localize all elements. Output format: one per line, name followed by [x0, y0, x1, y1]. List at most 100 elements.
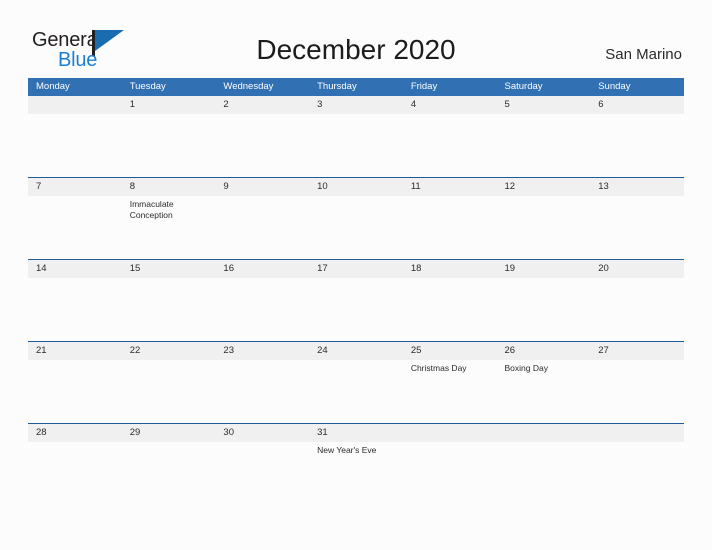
page-header: General Blue December 2020 San Marino	[0, 0, 712, 78]
day-cell[interactable]	[403, 442, 497, 505]
day-number[interactable]	[28, 96, 122, 114]
day-number[interactable]: 1	[122, 96, 216, 114]
week-event-band: New Year's Eve	[28, 442, 684, 505]
day-number[interactable]: 10	[309, 178, 403, 196]
week-event-band: Immaculate Conception	[28, 196, 684, 259]
holiday-label: New Year's Eve	[317, 445, 377, 455]
day-cell[interactable]	[309, 360, 403, 423]
day-cell[interactable]	[122, 278, 216, 341]
day-number[interactable]	[497, 424, 591, 442]
day-number[interactable]: 28	[28, 424, 122, 442]
day-cell[interactable]	[497, 196, 591, 259]
day-cell[interactable]	[590, 196, 684, 259]
day-cell[interactable]	[215, 360, 309, 423]
day-number[interactable]: 19	[497, 260, 591, 278]
day-cell[interactable]	[590, 114, 684, 177]
day-number[interactable]	[403, 424, 497, 442]
day-number[interactable]: 21	[28, 342, 122, 360]
day-number[interactable]: 29	[122, 424, 216, 442]
day-cell[interactable]	[28, 278, 122, 341]
day-cell[interactable]	[403, 196, 497, 259]
day-cell[interactable]	[309, 114, 403, 177]
day-number[interactable]: 18	[403, 260, 497, 278]
day-number[interactable]: 20	[590, 260, 684, 278]
calendar-week-row: 7 8 9 10 11 12 13 Immaculate Conception	[28, 177, 684, 259]
holiday-label: Christmas Day	[410, 363, 467, 373]
calendar-week-row: 21 22 23 24 25 26 27 Christmas Day Boxing Day	[28, 341, 684, 423]
day-cell[interactable]	[497, 278, 591, 341]
day-cell[interactable]	[215, 196, 309, 259]
day-number[interactable]	[590, 424, 684, 442]
day-cell[interactable]	[497, 114, 591, 177]
day-cell[interactable]	[28, 360, 122, 423]
day-cell[interactable]	[590, 278, 684, 341]
day-number[interactable]: 6	[590, 96, 684, 114]
day-number[interactable]: 2	[215, 96, 309, 114]
day-cell[interactable]	[28, 196, 122, 259]
day-number[interactable]: 12	[497, 178, 591, 196]
day-number[interactable]: 5	[497, 96, 591, 114]
day-cell[interactable]	[28, 442, 122, 505]
day-cell[interactable]	[309, 196, 403, 259]
day-number[interactable]: 24	[309, 342, 403, 360]
day-cell[interactable]	[215, 278, 309, 341]
day-cell[interactable]	[215, 442, 309, 505]
week-date-band: 7 8 9 10 11 12 13	[28, 178, 684, 196]
calendar-week-row: 123456	[28, 96, 684, 177]
calendar-grid: Monday Tuesday Wednesday Thursday Friday Satu…	[28, 78, 684, 505]
day-cell[interactable]: New Year's Eve	[309, 442, 403, 505]
day-cell[interactable]	[309, 278, 403, 341]
day-cell[interactable]	[497, 442, 591, 505]
day-number[interactable]: 8	[122, 178, 216, 196]
day-number[interactable]: 9	[215, 178, 309, 196]
week-date-band: 14 15 16 17 18 19 20	[28, 260, 684, 278]
day-cell[interactable]	[215, 114, 309, 177]
day-of-week-header-thursday: Thursday	[317, 81, 357, 92]
day-number[interactable]: 7	[28, 178, 122, 196]
calendar-week-row: 28 29 30 31 New Year's Eve	[28, 423, 684, 505]
day-of-week-header-wednesday: Wednesday	[223, 81, 274, 92]
day-cell[interactable]	[28, 114, 122, 177]
day-number[interactable]: 22	[122, 342, 216, 360]
day-cell[interactable]	[403, 278, 497, 341]
day-number[interactable]: 27	[590, 342, 684, 360]
day-number[interactable]: 3	[309, 96, 403, 114]
day-number[interactable]: 30	[215, 424, 309, 442]
day-number[interactable]: 17	[309, 260, 403, 278]
day-cell[interactable]: Boxing Day	[497, 360, 591, 423]
region-label: San Marino	[605, 46, 682, 63]
day-number[interactable]: 11	[403, 178, 497, 196]
day-of-week-header-saturday: Saturday	[504, 81, 543, 92]
day-number[interactable]: 25	[403, 342, 497, 360]
day-number[interactable]: 31	[309, 424, 403, 442]
day-number[interactable]: 26	[497, 342, 591, 360]
calendar-page: General Blue December 2020 San Marino Mo…	[0, 0, 712, 550]
day-of-week-header-row: Monday Tuesday Wednesday Thursday Friday Satu…	[28, 78, 684, 96]
day-cell[interactable]	[590, 442, 684, 505]
week-date-band: 21 22 23 24 25 26 27	[28, 342, 684, 360]
day-cell[interactable]	[403, 114, 497, 177]
day-of-week-header-sunday: Sunday	[598, 81, 631, 92]
day-of-week-header-tuesday: Tuesday	[129, 81, 166, 92]
week-date-band: 28 29 30 31	[28, 424, 684, 442]
day-cell[interactable]	[122, 360, 216, 423]
day-cell[interactable]	[122, 114, 216, 177]
day-number[interactable]: 13	[590, 178, 684, 196]
day-number[interactable]: 15	[122, 260, 216, 278]
week-event-band	[28, 278, 684, 341]
day-cell[interactable]	[122, 442, 216, 505]
week-date-band: 123456	[28, 96, 684, 114]
day-number[interactable]: 4	[403, 96, 497, 114]
week-event-band	[28, 114, 684, 177]
day-of-week-header-friday: Friday	[410, 81, 438, 92]
day-number[interactable]: 23	[215, 342, 309, 360]
day-cell[interactable]: Immaculate Conception	[122, 196, 216, 259]
day-number[interactable]: 14	[28, 260, 122, 278]
week-event-band: Christmas Day Boxing Day	[28, 360, 684, 423]
day-cell[interactable]	[590, 360, 684, 423]
day-cell[interactable]: Christmas Day	[403, 360, 497, 423]
calendar-week-row: 14 15 16 17 18 19 20	[28, 259, 684, 341]
holiday-label: Boxing Day	[504, 363, 548, 373]
calendar-weeks: 1 2 3 4 5 6 7 8 9 10 11 12 13 Immaculate Conception 14…	[28, 96, 684, 505]
day-number[interactable]: 16	[215, 260, 309, 278]
